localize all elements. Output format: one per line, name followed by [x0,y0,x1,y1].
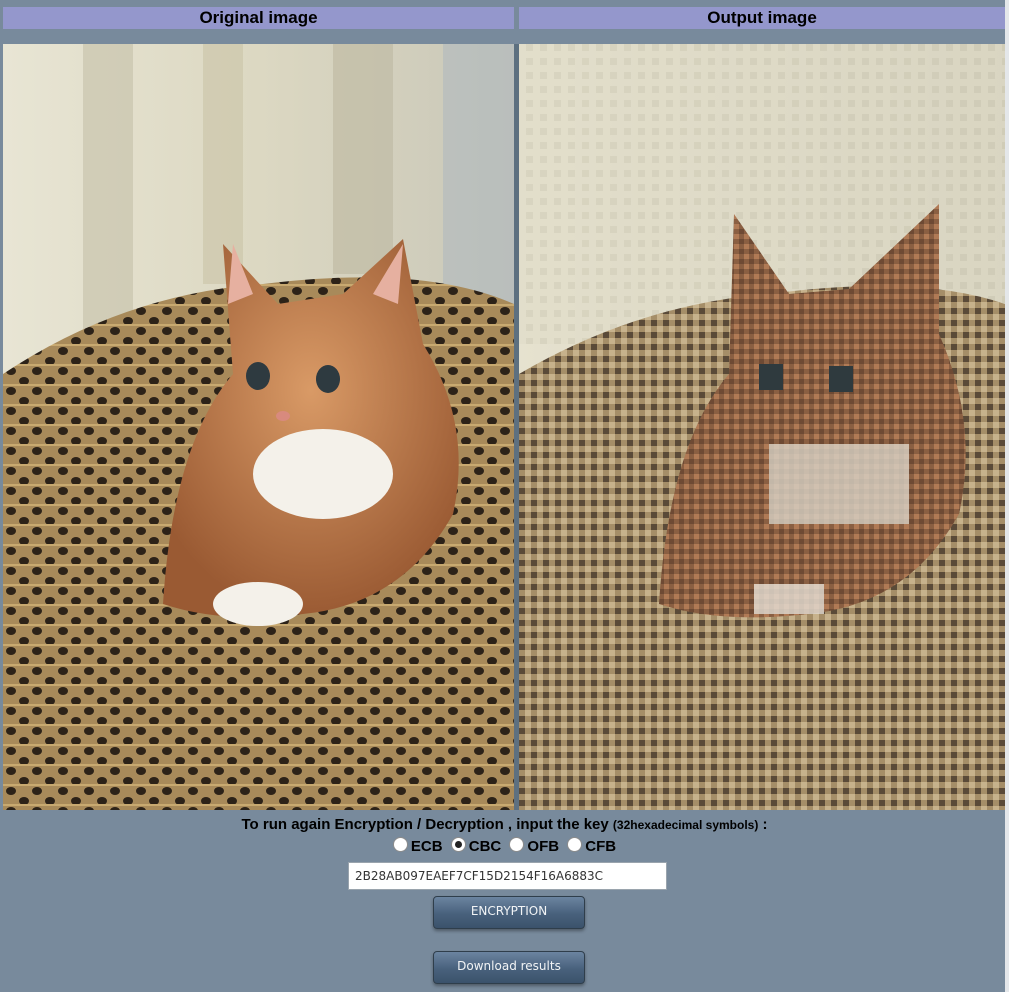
mode-ecb-option[interactable]: ECB [392,837,443,855]
mode-cfb-label: CFB [585,838,617,855]
original-image [3,44,514,810]
key-prompt-text: To run again Encryption / Decryption , i… [241,816,609,833]
download-results-button[interactable]: Download results [433,951,585,984]
mode-ofb-radio[interactable] [509,837,525,852]
mode-cbc-option[interactable]: CBC [450,837,502,855]
mode-cbc-radio[interactable] [450,837,466,852]
key-prompt: To run again Encryption / Decryption , i… [0,816,1009,833]
mode-ofb-option[interactable]: OFB [509,837,560,855]
mode-cfb-radio[interactable] [567,837,583,852]
key-prompt-suffix: : [762,816,768,833]
key-input[interactable] [348,862,667,890]
original-image-header: Original image [3,7,514,29]
mode-selector: ECB CBC OFB CFB [0,837,1009,858]
mode-cfb-option[interactable]: CFB [567,837,617,855]
output-image-header: Output image [519,7,1005,29]
mode-ecb-label: ECB [410,838,443,855]
encryption-button[interactable]: ENCRYPTION [433,896,585,929]
mode-cbc-label: CBC [468,838,502,855]
mode-ofb-label: OFB [527,838,560,855]
key-prompt-note: (32hexadecimal symbols) [612,818,759,832]
mode-ecb-radio[interactable] [392,837,408,852]
output-image [519,44,1005,810]
